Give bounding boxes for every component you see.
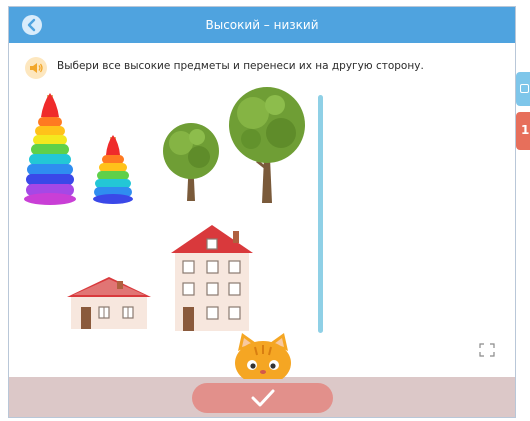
fullscreen-icon[interactable] (479, 343, 495, 357)
side-panel-badge[interactable]: 1 (516, 112, 530, 150)
low-house-item[interactable] (67, 273, 151, 331)
side-panel-badge-label: 1 (521, 123, 530, 137)
window-icon (520, 84, 529, 93)
exercise-window: Высокий – низкий Выбери все высокие пред… (8, 6, 516, 418)
side-panel-tab[interactable] (516, 72, 530, 106)
short-pyramid-item[interactable] (89, 133, 137, 205)
cat-mascot-icon (235, 333, 291, 379)
page-title: Высокий – низкий (205, 18, 319, 32)
sorting-divider (318, 95, 323, 333)
tall-house-item[interactable] (171, 221, 253, 333)
checkmark-icon (251, 389, 275, 407)
short-tree-item[interactable] (159, 119, 223, 203)
tall-pyramid-item[interactable] (21, 91, 79, 207)
sound-button[interactable] (25, 57, 47, 79)
check-answer-button[interactable] (192, 383, 333, 413)
tall-tree-item[interactable] (225, 83, 309, 205)
speaker-icon (30, 63, 43, 73)
task-instruction: Выбери все высокие предметы и перенеси и… (57, 60, 424, 72)
header-bar: Высокий – низкий (9, 7, 515, 43)
